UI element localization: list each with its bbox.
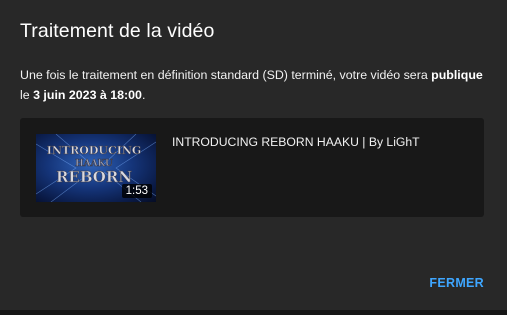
video-thumbnail[interactable]: INTRODUCING HAAKU REBORN 1:53 [36, 134, 156, 202]
close-button[interactable]: FERMER [429, 276, 484, 290]
message-part2: le [20, 88, 34, 102]
scheduled-datetime: 3 juin 2023 à 18:00 [33, 88, 142, 102]
message-part3: . [141, 88, 146, 102]
processing-dialog: Traitement de la vidéo Une fois le trait… [0, 0, 507, 310]
duration-badge: 1:53 [121, 184, 152, 198]
dialog-message: Une fois le traitement en définition sta… [20, 65, 490, 105]
thumbnail-text-line1: INTRODUCING [47, 144, 142, 157]
video-card: INTRODUCING HAAKU REBORN 1:53 INTRODUCIN… [20, 118, 484, 217]
page-background-strip [0, 310, 507, 315]
message-part1: Une fois le traitement en définition sta… [20, 68, 432, 82]
thumbnail-text-line3: REBORN [56, 168, 132, 186]
dialog-title: Traitement de la vidéo [20, 20, 215, 42]
video-title[interactable]: INTRODUCING REBORN HAAKU | By LiGhT [172, 135, 420, 149]
visibility-value: publique [431, 68, 483, 82]
